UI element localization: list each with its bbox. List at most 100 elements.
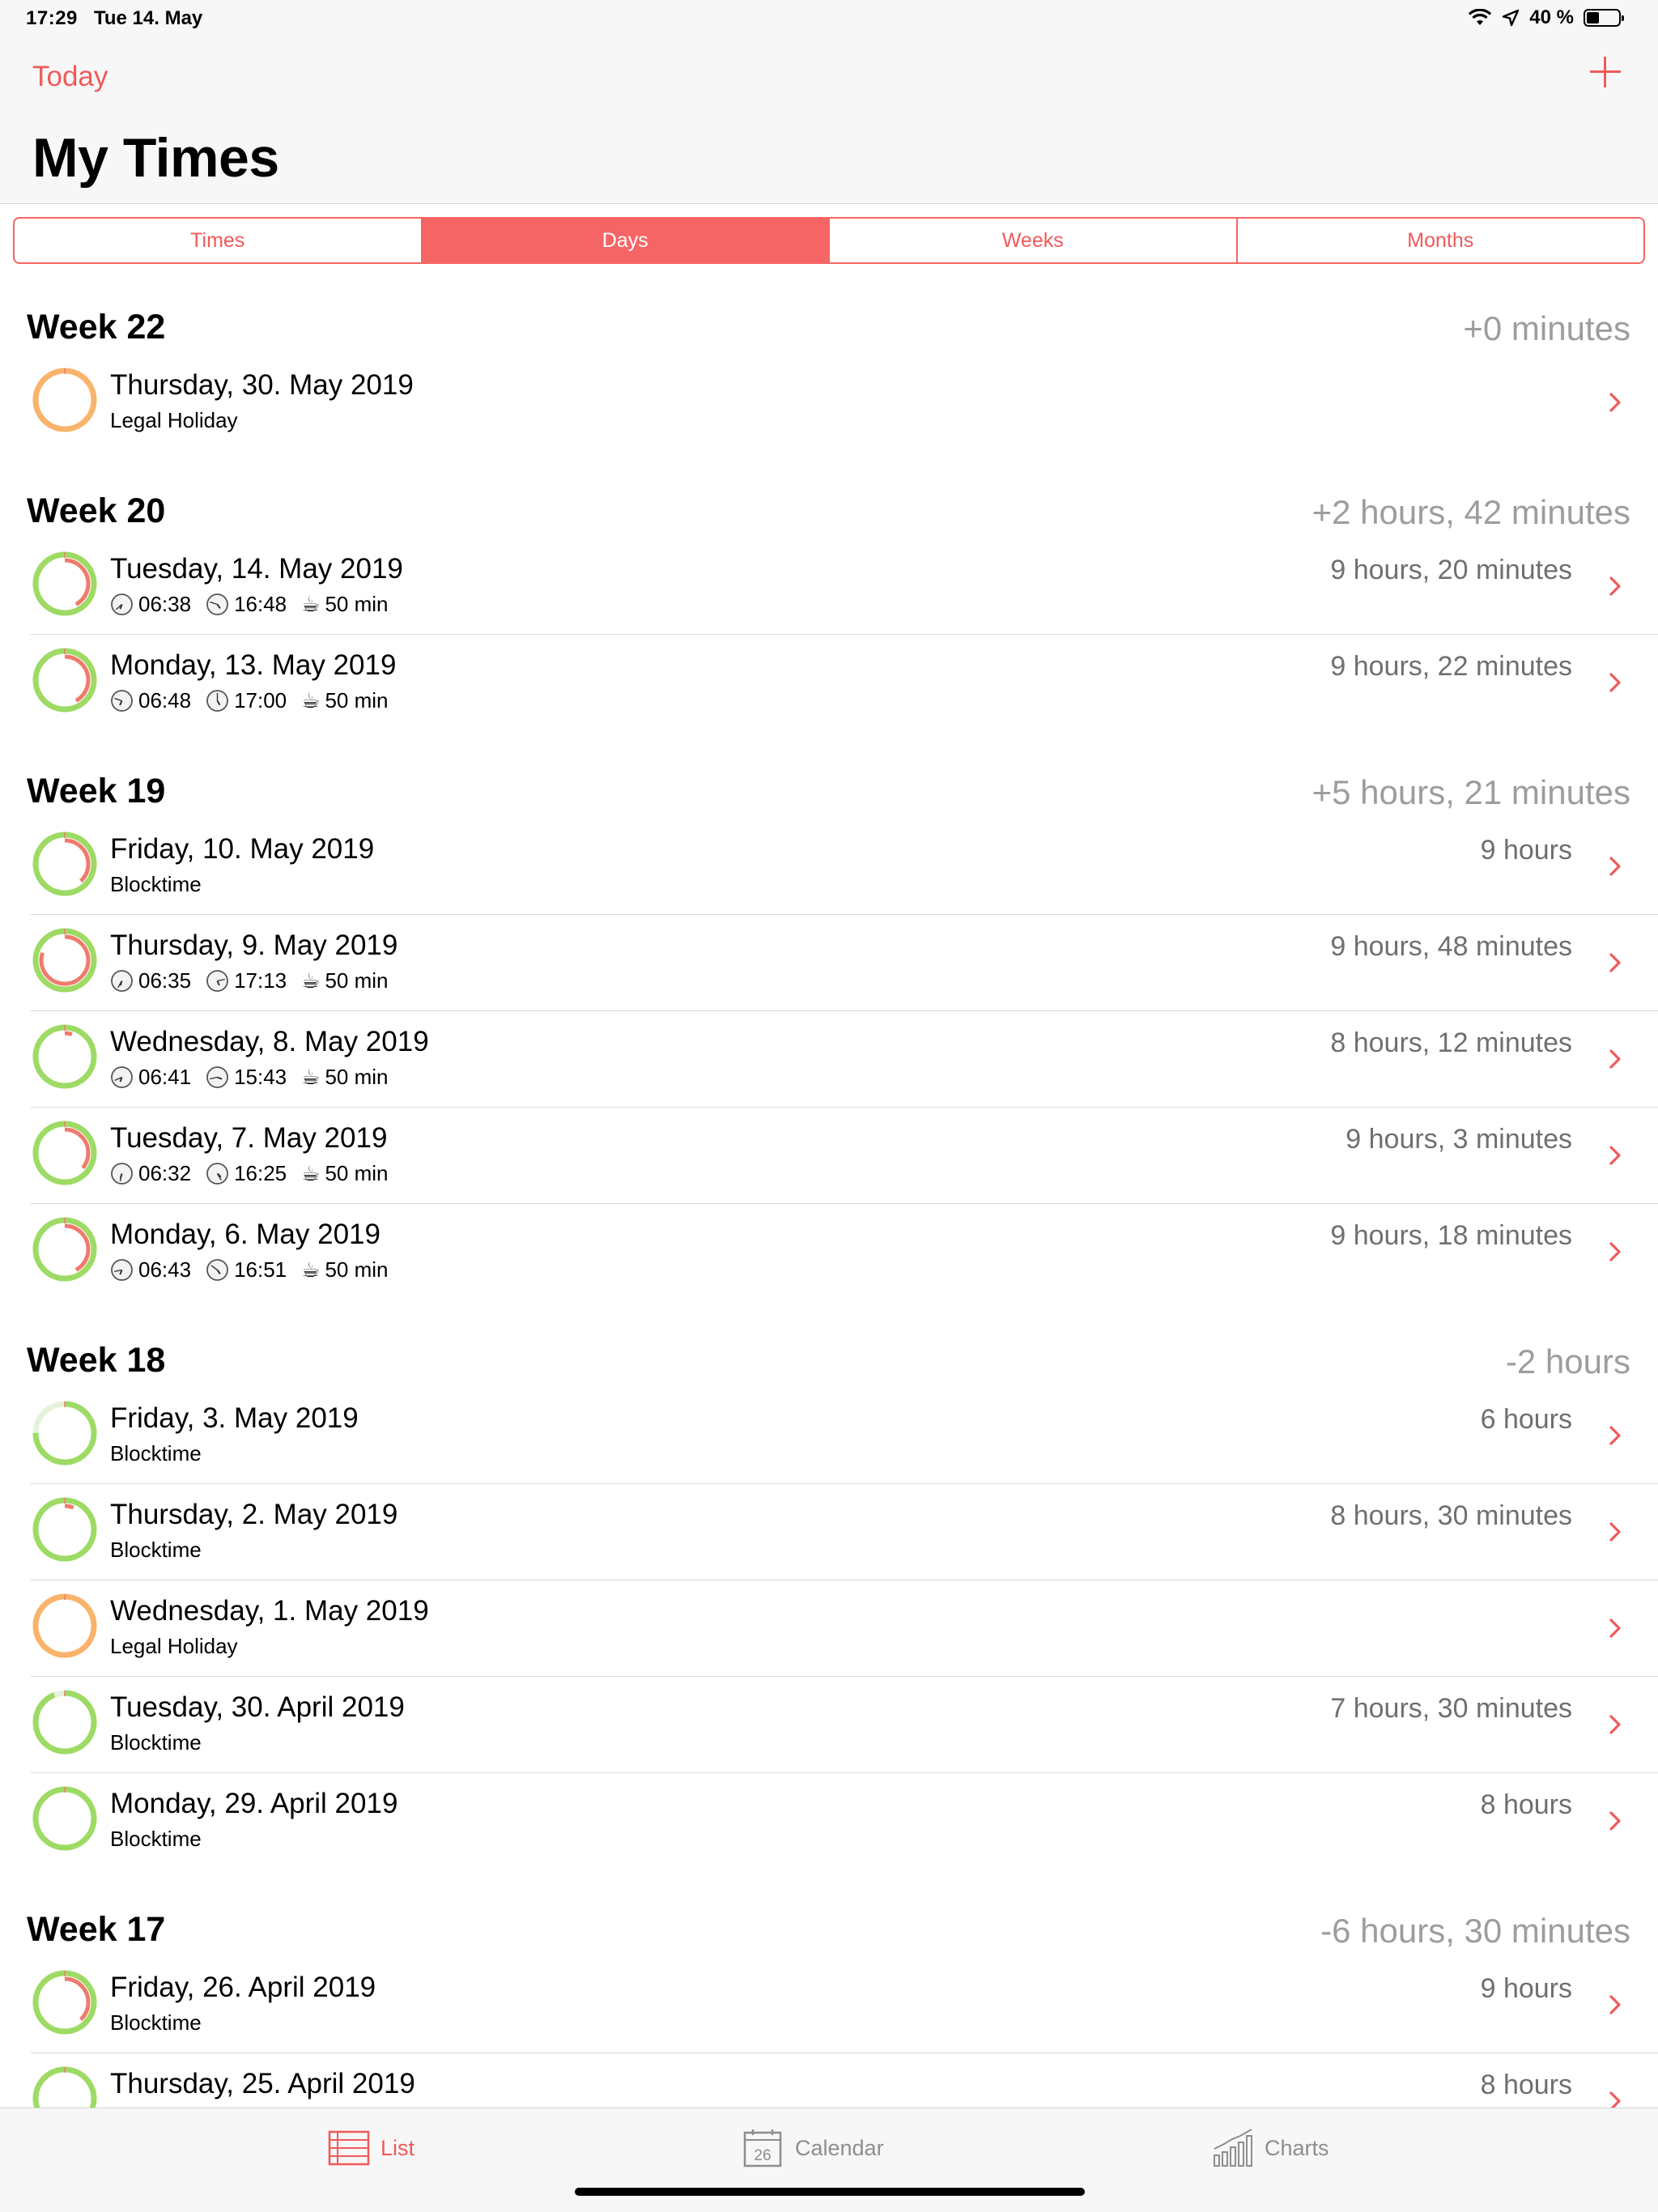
clock-icon <box>111 690 133 712</box>
day-row[interactable]: Tuesday, 7. May 2019 06:32 16:25 ☕ 50 min 9 h… <box>0 1108 1658 1204</box>
day-row[interactable]: Thursday, 30. May 2019 Legal Holiday <box>0 355 1658 459</box>
clock-icon <box>111 1066 133 1088</box>
tab-charts[interactable]: Charts <box>1211 2128 1329 2168</box>
day-row[interactable]: Friday, 10. May 2019 Blocktime 9 hours <box>0 819 1658 915</box>
day-times: 06:35 17:13 ☕ 50 min <box>110 968 389 993</box>
day-type: Blocktime <box>110 872 202 896</box>
segment-months[interactable]: Months <box>1238 219 1644 262</box>
end-time: 16:25 <box>234 1161 287 1185</box>
day-row[interactable]: Monday, 29. April 2019 Blocktime 8 hours <box>0 1773 1658 1878</box>
week-header: Week 22 +0 minutes <box>0 275 1658 355</box>
chevron-right-icon <box>1609 1715 1621 1734</box>
progress-ring-icon <box>32 1786 97 1851</box>
start-time: 06:38 <box>138 592 192 616</box>
tab-list[interactable]: List <box>327 2128 414 2168</box>
end-time: 16:51 <box>234 1257 287 1282</box>
chevron-right-icon <box>1609 1995 1621 2014</box>
segment-times[interactable]: Times <box>15 219 423 262</box>
end-time: 15:43 <box>234 1065 287 1089</box>
progress-ring-icon <box>32 648 97 713</box>
day-row[interactable]: Monday, 13. May 2019 06:48 17:00 ☕ 50 min 9 h… <box>0 635 1658 739</box>
week-title: Week 22 <box>27 308 166 347</box>
day-date: Friday, 26. April 2019 <box>110 1972 376 2003</box>
segment-weeks[interactable]: Weeks <box>830 219 1238 262</box>
day-hours: 8 hours <box>1480 2069 1572 2100</box>
day-row[interactable]: Thursday, 25. April 2019Blocktime8 hours <box>0 2053 1658 2108</box>
chevron-right-icon <box>1609 1146 1621 1165</box>
day-row[interactable]: Wednesday, 1. May 2019 Legal Holiday <box>0 1580 1658 1677</box>
day-row[interactable]: Friday, 26. April 2019 Blocktime 9 hours <box>0 1957 1658 2053</box>
chevron-right-icon <box>1609 857 1621 876</box>
day-type: Blocktime <box>110 1441 202 1465</box>
chevron-right-icon <box>1609 953 1621 972</box>
day-hours: 9 hours <box>1480 1973 1572 2004</box>
today-button[interactable]: Today <box>32 61 108 93</box>
tab-bar: List 26 Calendar Charts <box>0 2108 1658 2212</box>
coffee-icon: ☕ <box>301 688 321 713</box>
day-times: 06:43 16:51 ☕ 50 min <box>110 1257 389 1283</box>
day-row[interactable]: Tuesday, 14. May 2019 06:38 16:48 ☕ 50 min 9 … <box>0 538 1658 635</box>
day-hours: 9 hours, 3 minutes <box>1346 1124 1572 1155</box>
tab-calendar-label: Calendar <box>795 2135 884 2160</box>
day-row[interactable]: Thursday, 2. May 2019 Blocktime 8 hours, 3… <box>0 1484 1658 1580</box>
progress-ring-icon <box>32 1121 97 1185</box>
end-time: 17:00 <box>234 688 287 713</box>
day-hours: 9 hours, 48 minutes <box>1330 931 1572 962</box>
calendar-icon-day: 26 <box>754 2147 771 2164</box>
day-hours: 8 hours, 30 minutes <box>1330 1500 1572 1531</box>
location-icon <box>1503 9 1520 27</box>
day-date: Thursday, 9. May 2019 <box>110 929 398 961</box>
list-icon <box>328 2130 370 2166</box>
day-row[interactable]: Wednesday, 8. May 2019 06:41 15:43 ☕ 50 min 8… <box>0 1011 1658 1108</box>
tab-calendar[interactable]: 26 Calendar <box>742 2128 884 2168</box>
calendar-icon: 26 <box>743 2129 782 2167</box>
week-total: +2 hours, 42 minutes <box>1312 493 1630 531</box>
week-title: Week 17 <box>27 1910 166 1949</box>
days-list: Week 22 +0 minutes Thursday, 30. May 2019 L… <box>0 275 1658 2108</box>
status-time: 17:29 <box>26 7 78 29</box>
day-date: Wednesday, 1. May 2019 <box>110 1595 429 1627</box>
day-hours: 9 hours <box>1480 835 1572 866</box>
day-row[interactable]: Friday, 3. May 2019 Blocktime 6 hours <box>0 1388 1658 1484</box>
chevron-right-icon <box>1609 1049 1621 1069</box>
week-total: -6 hours, 30 minutes <box>1320 1912 1630 1950</box>
segmented-control: Times Days Weeks Months <box>13 217 1645 264</box>
week-title: Week 18 <box>27 1341 166 1380</box>
chevron-right-icon <box>1609 1242 1621 1261</box>
week-header: Week 20 +2 hours, 42 minutes <box>0 459 1658 538</box>
status-date: Tue 14. May <box>94 7 203 29</box>
day-date: Monday, 6. May 2019 <box>110 1219 380 1250</box>
wifi-icon <box>1469 9 1492 25</box>
clock-icon <box>111 593 133 615</box>
day-hours: 8 hours, 12 minutes <box>1330 1027 1572 1058</box>
day-row[interactable]: Monday, 6. May 2019 06:43 16:51 ☕ 50 min 9 ho… <box>0 1204 1658 1308</box>
battery-percent: 40 % <box>1529 6 1574 28</box>
coffee-icon: ☕ <box>301 1065 321 1089</box>
progress-ring-icon <box>32 1024 97 1089</box>
segment-days[interactable]: Days <box>422 219 830 262</box>
day-date: Tuesday, 14. May 2019 <box>110 553 403 585</box>
day-date: Thursday, 25. April 2019 <box>110 2068 415 2099</box>
pause-duration: 50 min <box>325 688 389 713</box>
day-type: Blocktime <box>110 1827 202 1851</box>
day-row[interactable]: Tuesday, 30. April 2019 Blocktime 7 hours,… <box>0 1677 1658 1773</box>
page-title: My Times <box>32 127 279 189</box>
chevron-right-icon <box>1609 1811 1621 1831</box>
clock-icon <box>206 1163 228 1185</box>
pause-duration: 50 min <box>325 592 389 616</box>
progress-ring-icon <box>32 832 97 896</box>
start-time: 06:35 <box>138 968 192 993</box>
day-date: Wednesday, 8. May 2019 <box>110 1026 429 1057</box>
day-times: 06:32 16:25 ☕ 50 min <box>110 1161 389 1186</box>
day-date: Tuesday, 30. April 2019 <box>110 1691 405 1723</box>
chevron-right-icon <box>1609 1426 1621 1445</box>
day-times: 06:48 17:00 ☕ 50 min <box>110 688 389 713</box>
progress-ring-icon <box>32 1970 97 2035</box>
status-right: 40 % <box>1468 6 1624 29</box>
day-type: Legal Holiday <box>110 1634 238 1658</box>
add-icon[interactable] <box>1588 55 1622 89</box>
start-time: 06:41 <box>138 1065 192 1089</box>
week-total: +0 minutes <box>1463 309 1630 347</box>
day-row[interactable]: Thursday, 9. May 2019 06:35 17:13 ☕ 50 min 9 … <box>0 915 1658 1011</box>
day-hours: 6 hours <box>1480 1404 1572 1435</box>
